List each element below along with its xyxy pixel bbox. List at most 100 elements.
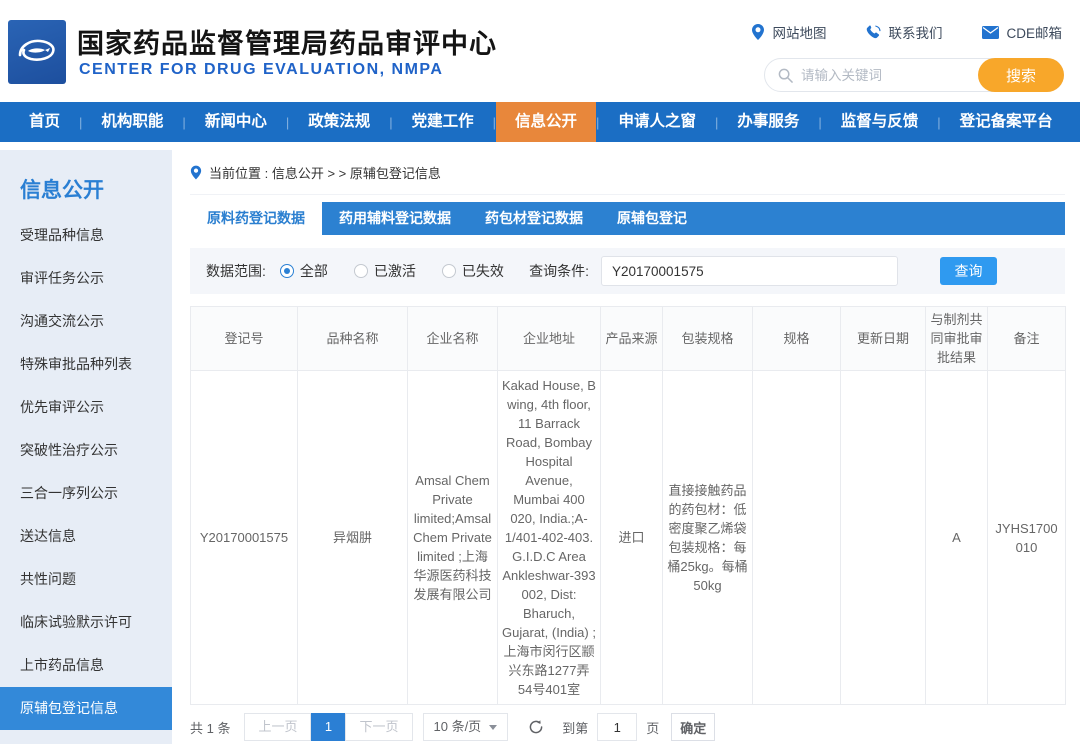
header-approval-result: 与制剂共同审批审批结果 — [926, 307, 988, 371]
radio-all[interactable]: 全部 — [280, 261, 328, 281]
header-company-name: 企业名称 — [408, 307, 498, 371]
registration-data-table: 登记号 品种名称 企业名称 企业地址 产品来源 包装规格 规格 更新日期 与制剂… — [190, 306, 1066, 705]
sidebar-item-marketed-drugs[interactable]: 上市药品信息 — [0, 644, 172, 687]
refresh-icon — [528, 719, 544, 735]
sidebar-item-delivery-info[interactable]: 送达信息 — [0, 515, 172, 558]
sidebar-item-priority-review[interactable]: 优先审评公示 — [0, 386, 172, 429]
cde-logo-icon — [14, 29, 60, 75]
header-update-date: 更新日期 — [841, 307, 926, 371]
contact-label: 联系我们 — [888, 22, 942, 42]
main-area: 信息公开 受理品种信息 审评任务公示 沟通交流公示 特殊审批品种列表 优先审评公… — [0, 142, 1080, 744]
phone-icon — [866, 25, 881, 40]
nav-item-registration-platform[interactable]: 登记备案平台 — [941, 102, 1072, 142]
header-packaging: 包装规格 — [663, 307, 753, 371]
query-button[interactable]: 查询 — [940, 257, 997, 285]
breadcrumb: 当前位置 : 信息公开 > > 原辅包登记信息 — [190, 150, 1065, 195]
site-title: 国家药品监督管理局药品审评中心 — [77, 22, 497, 61]
content-area: 当前位置 : 信息公开 > > 原辅包登记信息 原料药登记数据 药用辅料登记数据… — [190, 150, 1065, 741]
chevron-down-icon — [489, 725, 497, 730]
search-icon — [778, 68, 793, 83]
page-header: 国家药品监督管理局药品审评中心 CENTER FOR DRUG EVALUATI… — [0, 0, 1080, 102]
site-search-button[interactable]: 搜索 — [978, 58, 1064, 92]
mailbox-link[interactable]: CDE邮箱 — [982, 22, 1062, 42]
header-reg-no: 登记号 — [191, 307, 298, 371]
radio-expired[interactable]: 已失效 — [442, 261, 504, 281]
breadcrumb-text: 当前位置 : 信息公开 > > 原辅包登记信息 — [209, 163, 441, 182]
radio-expired-control[interactable] — [442, 264, 456, 278]
nav-item-applicant[interactable]: 申请人之窗 — [599, 102, 715, 142]
radio-activated-label: 已激活 — [374, 261, 416, 281]
nav-item-news[interactable]: 新闻中心 — [186, 102, 286, 142]
sidebar-item-special-approval[interactable]: 特殊审批品种列表 — [0, 343, 172, 386]
nav-item-policy[interactable]: 政策法规 — [289, 102, 389, 142]
sidebar-item-communication[interactable]: 沟通交流公示 — [0, 300, 172, 343]
sidebar-item-clinical-trial-license[interactable]: 临床试验默示许可 — [0, 601, 172, 644]
cell-update-date — [841, 371, 926, 705]
tab-bar: 原料药登记数据 药用辅料登记数据 药包材登记数据 原辅包登记 — [190, 202, 1065, 235]
sidebar-item-three-in-one[interactable]: 三合一序列公示 — [0, 472, 172, 515]
cell-product-name: 异烟肼 — [298, 371, 408, 705]
nav-item-services[interactable]: 办事服务 — [718, 102, 818, 142]
cell-reg-no: Y20170001575 — [191, 371, 298, 705]
nav-item-party[interactable]: 党建工作 — [393, 102, 493, 142]
header-company-address: 企业地址 — [498, 307, 601, 371]
radio-all-label: 全部 — [300, 261, 328, 281]
cde-logo — [8, 20, 66, 84]
nav-item-functions[interactable]: 机构职能 — [82, 102, 182, 142]
page-size-select[interactable]: 10 条/页 — [423, 713, 509, 741]
cell-source: 进口 — [601, 371, 663, 705]
nav-item-info-disclosure[interactable]: 信息公开 — [496, 102, 596, 142]
sitemap-link[interactable]: 网站地图 — [751, 22, 826, 42]
tab-raw-aux-pack-registration[interactable]: 原辅包登记 — [600, 202, 704, 235]
prev-page-button[interactable]: 上一页 — [244, 713, 311, 741]
cell-remark: JYHS1700010 — [988, 371, 1066, 705]
mailbox-label: CDE邮箱 — [1006, 22, 1062, 42]
radio-expired-label: 已失效 — [462, 261, 504, 281]
cell-packaging: 直接接触药品的药包材：低密度聚乙烯袋 包装规格：每桶25kg。每桶50kg — [663, 371, 753, 705]
location-pin-icon — [751, 24, 765, 40]
page-unit-label: 页 — [646, 718, 659, 737]
filter-bar: 数据范围: 全部 已激活 已失效 查询条件: 查询 — [190, 248, 1065, 294]
contact-link[interactable]: 联系我们 — [866, 22, 942, 42]
header-source: 产品来源 — [601, 307, 663, 371]
radio-activated[interactable]: 已激活 — [354, 261, 416, 281]
site-search-input[interactable] — [793, 68, 978, 83]
header-product-name: 品种名称 — [298, 307, 408, 371]
tab-api-registration-data[interactable]: 原料药登记数据 — [190, 202, 322, 235]
pagination-total: 共 1 条 — [190, 718, 230, 737]
sidebar-item-review-tasks[interactable]: 审评任务公示 — [0, 257, 172, 300]
page-size-value: 10 条/页 — [434, 714, 482, 740]
cell-company-address: Kakad House, B wing, 4th floor, 11 Barra… — [498, 371, 601, 705]
cell-spec — [753, 371, 841, 705]
tab-packaging-registration-data[interactable]: 药包材登记数据 — [468, 202, 600, 235]
sidebar-item-raw-aux-pack-registration[interactable]: 原辅包登记信息 — [0, 687, 172, 730]
table-row: Y20170001575 异烟肼 Amsal Chem Private limi… — [191, 371, 1066, 705]
sidebar-title: 信息公开 — [0, 150, 172, 214]
goto-page-input[interactable] — [597, 713, 637, 741]
query-condition-input[interactable] — [601, 256, 898, 286]
sidebar-item-common-issues[interactable]: 共性问题 — [0, 558, 172, 601]
cell-company-name: Amsal Chem Private limited;Amsal Chem Pr… — [408, 371, 498, 705]
next-page-button[interactable]: 下一页 — [345, 713, 412, 741]
top-links: 网站地图 联系我们 CDE邮箱 — [751, 22, 1062, 42]
header-spec: 规格 — [753, 307, 841, 371]
refresh-button[interactable] — [528, 719, 544, 735]
nav-item-supervision[interactable]: 监督与反馈 — [822, 102, 938, 142]
site-search: 搜索 — [764, 58, 1064, 92]
radio-activated-control[interactable] — [354, 264, 368, 278]
main-nav: 首页 | 机构职能 | 新闻中心 | 政策法规 | 党建工作 | 信息公开 | … — [0, 102, 1080, 142]
radio-all-control[interactable] — [280, 264, 294, 278]
sidebar-item-accepted-products[interactable]: 受理品种信息 — [0, 214, 172, 257]
table-header-row: 登记号 品种名称 企业名称 企业地址 产品来源 包装规格 规格 更新日期 与制剂… — [191, 307, 1066, 371]
current-page-button[interactable]: 1 — [311, 713, 345, 741]
site-subtitle: CENTER FOR DRUG EVALUATION, NMPA — [79, 61, 443, 79]
pagination: 共 1 条 上一页 1 下一页 10 条/页 到第 页 确定 — [190, 713, 1065, 741]
nav-item-home[interactable]: 首页 — [10, 102, 79, 142]
mail-icon — [982, 26, 999, 39]
data-scope-label: 数据范围: — [206, 261, 266, 281]
goto-page-label: 到第 — [562, 718, 588, 737]
sidebar-item-breakthrough-therapy[interactable]: 突破性治疗公示 — [0, 429, 172, 472]
sidebar: 信息公开 受理品种信息 审评任务公示 沟通交流公示 特殊审批品种列表 优先审评公… — [0, 150, 172, 744]
tab-excipient-registration-data[interactable]: 药用辅料登记数据 — [322, 202, 468, 235]
confirm-page-button[interactable]: 确定 — [671, 713, 715, 741]
